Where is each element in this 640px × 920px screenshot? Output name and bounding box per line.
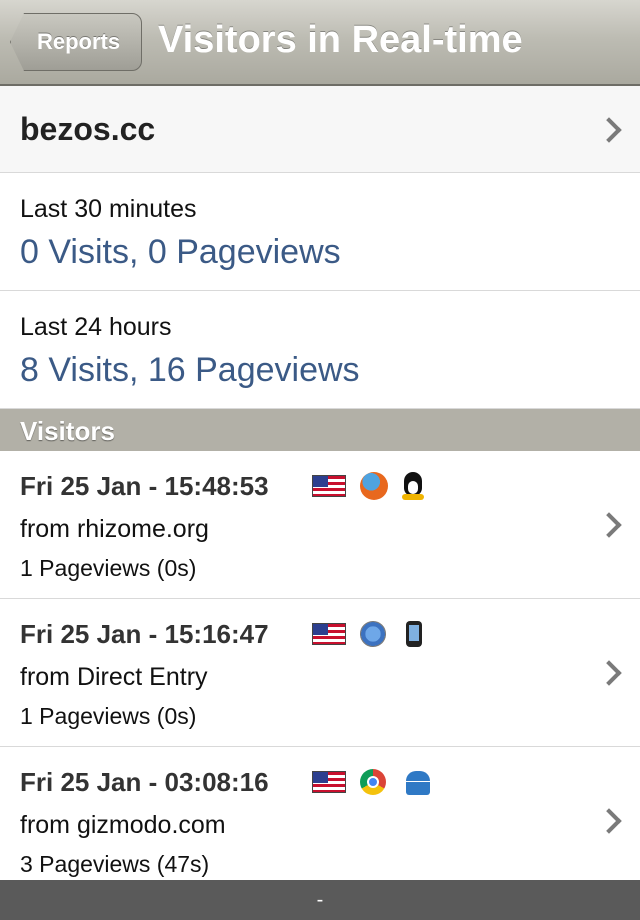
- back-button-reports[interactable]: Reports: [10, 13, 142, 71]
- visit-referrer: from Direct Entry: [20, 663, 208, 691]
- linux-tux-icon: [402, 472, 424, 500]
- bottom-bar: -: [0, 880, 640, 920]
- stat-value: 0 Visits, 0 Pageviews: [20, 233, 341, 271]
- visit-referrer: from gizmodo.com: [20, 811, 226, 839]
- chevron-right-icon: [596, 808, 622, 834]
- stat-last-30-minutes: Last 30 minutes 0 Visits, 0 Pageviews: [0, 173, 640, 291]
- section-header-visitors: Visitors: [0, 409, 640, 451]
- stat-value: 8 Visits, 16 Pageviews: [20, 351, 360, 389]
- visit-time: Fri 25 Jan - 03:08:16: [20, 767, 269, 797]
- stat-label: Last 30 minutes: [20, 195, 197, 223]
- stat-last-24-hours: Last 24 hours 8 Visits, 16 Pageviews: [0, 291, 640, 409]
- us-flag-icon: [312, 475, 346, 497]
- visitor-row[interactable]: Fri 25 Jan - 03:08:16 from gizmodo.com 3…: [0, 747, 640, 880]
- site-name: bezos.cc: [20, 111, 156, 147]
- visitor-row[interactable]: Fri 25 Jan - 15:16:47 from Direct Entry …: [0, 599, 640, 747]
- visit-time: Fri 25 Jan - 15:48:53: [20, 471, 269, 501]
- visitor-icons: [312, 619, 422, 649]
- visit-time: Fri 25 Jan - 15:16:47: [20, 619, 269, 649]
- chrome-icon: [360, 769, 386, 795]
- navigation-bar: Reports Visitors in Real-time: [0, 0, 640, 86]
- visit-pageviews: 1 Pageviews (0s): [20, 555, 197, 581]
- visitor-icons: [312, 471, 424, 501]
- android-icon: [404, 769, 432, 795]
- us-flag-icon: [312, 623, 346, 645]
- us-flag-icon: [312, 771, 346, 793]
- chevron-right-icon: [596, 660, 622, 686]
- site-row[interactable]: bezos.cc: [0, 86, 640, 173]
- visit-pageviews: 1 Pageviews (0s): [20, 703, 197, 729]
- safari-icon: [360, 621, 386, 647]
- visitor-icons: [312, 767, 432, 797]
- stat-label: Last 24 hours: [20, 313, 172, 341]
- visitor-row[interactable]: Fri 25 Jan - 15:48:53 from rhizome.org 1…: [0, 451, 640, 599]
- visit-pageviews: 3 Pageviews (47s): [20, 851, 210, 877]
- page-title: Visitors in Real-time: [158, 19, 523, 61]
- firefox-icon: [360, 472, 388, 500]
- chevron-right-icon: [596, 512, 622, 538]
- chevron-right-icon: [596, 117, 622, 143]
- visit-referrer: from rhizome.org: [20, 515, 209, 543]
- iphone-icon: [406, 621, 422, 647]
